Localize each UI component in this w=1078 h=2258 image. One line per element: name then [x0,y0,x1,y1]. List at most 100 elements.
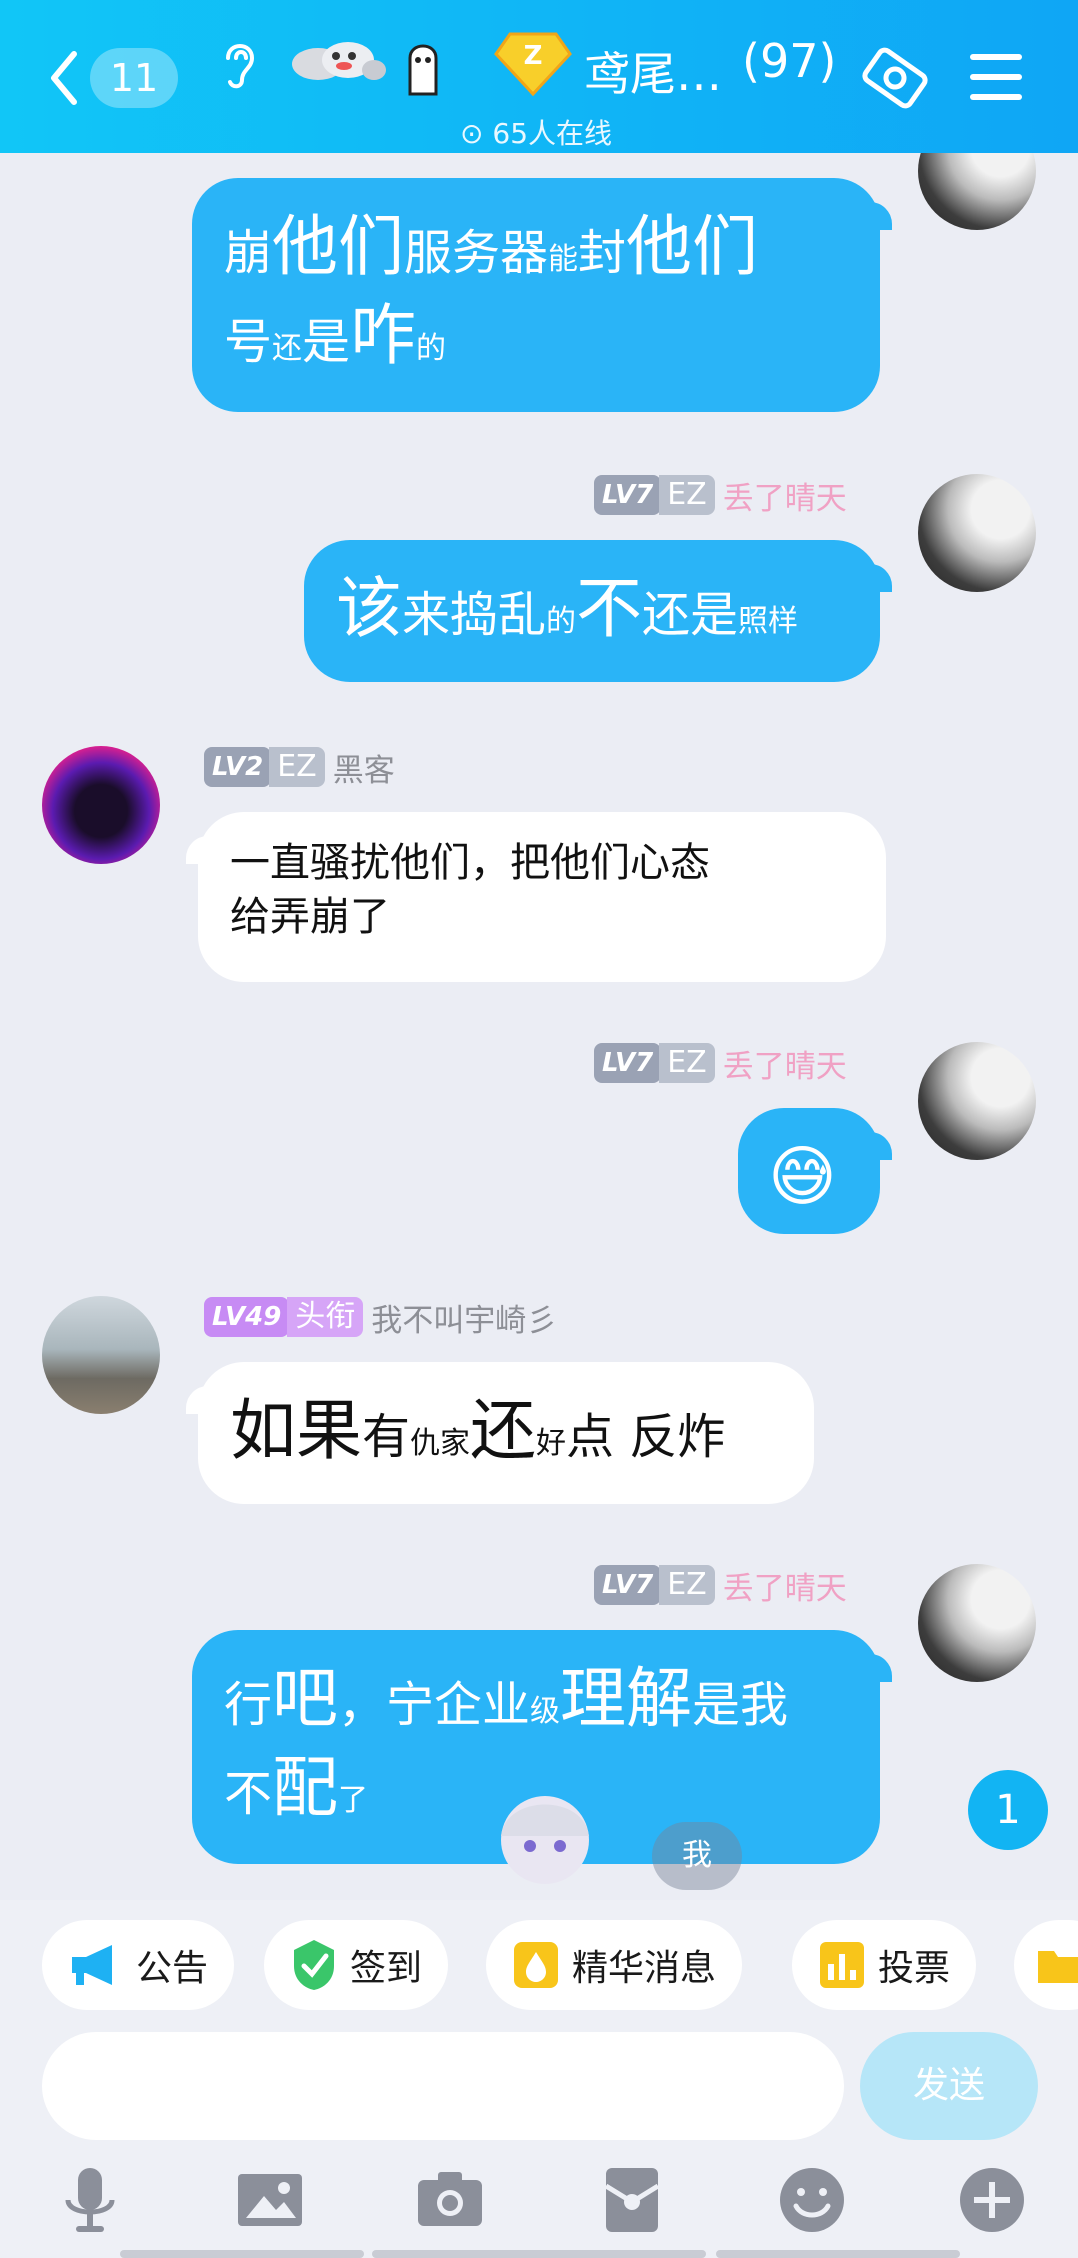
message-text-segment: 不 [224,1766,273,1823]
back-arrow-icon[interactable] [48,50,78,106]
level-badge: LV2 [204,747,272,787]
menu-icon[interactable] [968,52,1024,102]
sender-info: LV7 EZ 丢了晴天 [594,1041,847,1086]
sender-nickname[interactable]: 我不叫宇崎彡 [371,1295,557,1340]
checkin-chip[interactable]: 签到 [264,1920,449,2010]
title-tag: EZ [269,747,325,787]
unread-count-badge[interactable]: 11 [90,48,178,108]
message-input[interactable] [42,2032,844,2140]
chip-label: 精华消息 [572,1948,717,1989]
my-avatar[interactable] [918,1564,1036,1682]
megaphone-icon [72,1945,112,1985]
message-text-segment: 是我 [692,1677,789,1733]
message-text: 😅 [768,1132,850,1221]
sender-nickname[interactable]: 丢了晴天 [723,473,847,518]
sender-avatar-photo[interactable] [42,1296,160,1414]
message-text-segment: 封 [578,225,627,281]
files-chip[interactable] [1014,1920,1078,2010]
member-count: (97) [742,34,837,88]
level-badge: LV7 [594,475,662,515]
composer: 发送 [0,2024,1078,2258]
chip-label: 公告 [136,1948,209,1989]
group-title[interactable]: 鸢尾… [584,38,722,104]
ear-icon[interactable] [218,36,262,92]
message-text-segment: 理解 [560,1660,693,1737]
title-tag: 头衔 [287,1297,364,1337]
message-text-segment: 吧 [272,1660,339,1737]
online-status: ⊙ 65人在线 [460,117,613,150]
send-button[interactable]: 发送 [860,2032,1038,2140]
vote-chip[interactable]: 投票 [792,1920,977,2010]
quick-actions-bar: 公告 签到 精华消息 投票 [0,1900,1078,2024]
message-text-segment: 该 [336,570,402,647]
microphone-icon[interactable] [54,2164,126,2236]
message-text-segment: 😅 [768,1138,837,1215]
message-text-segment: 配 [272,1749,339,1827]
sender-info: LV7 EZ 丢了晴天 [594,1563,847,1608]
message-text-segment: 点 反炸 [566,1409,726,1465]
new-message-badge[interactable]: 1 [968,1770,1048,1850]
svg-text:Z: Z [524,41,543,71]
message-text-segment: 照样 [738,604,799,639]
red-packet-icon[interactable] [596,2164,668,2236]
at-me-chip[interactable]: 我 [652,1822,742,1890]
message-text-segment: 能 [548,242,579,277]
message-text-segment: 他们 [272,208,405,285]
plus-icon[interactable] [956,2164,1028,2236]
message-text-segment: ，宁企业 [338,1677,531,1733]
message-bubble-self[interactable]: 该来捣乱的不还是照样 [304,540,892,682]
level-badge: LV49 [204,1297,290,1337]
message-text-segment: 还 [470,1392,537,1469]
essence-icon [514,1942,558,1988]
message-text-segment: 级 [530,1694,561,1729]
message-bubble-other[interactable]: 如果有仇家还好点 反炸 [186,1362,814,1504]
penguin-group-icon [292,42,386,80]
message-text-segment: 好 [536,1426,567,1461]
message-text-segment: 仇家 [410,1426,471,1461]
message-text-segment: 行 [224,1677,273,1733]
essence-messages-chip[interactable]: 精华消息 [486,1920,743,2010]
message-text-segment: 咋 [350,297,417,375]
sender-avatar-hacker[interactable] [42,746,160,864]
message-text-segment: 崩 [224,225,273,281]
camera-icon[interactable] [414,2164,486,2236]
sender-info: LV2 EZ 黑客 [204,745,395,790]
message-text: 崩他们服务器能封他们 号还是咋的 [224,202,848,380]
home-indicator [372,2250,706,2258]
my-avatar[interactable] [918,474,1036,592]
image-icon[interactable] [234,2164,306,2236]
message-text-segment: 还是 [642,587,739,643]
title-tag: EZ [659,475,715,515]
message-text-segment: 不 [576,570,643,647]
emoji-icon[interactable] [776,2164,848,2236]
message-text: 如果有仇家还好点 反炸 [230,1386,782,1475]
sender-nickname[interactable]: 丢了晴天 [723,1041,847,1086]
announcement-chip[interactable]: 公告 [42,1920,235,2010]
sender-info: LV49 头衔 我不叫宇崎彡 [204,1295,557,1340]
home-indicator [716,2250,960,2258]
message-text: 该来捣乱的不还是照样 [336,564,848,653]
message-bubble-self[interactable]: 崩他们服务器能封他们 号还是咋的 [192,178,892,412]
chat-header: 11 Z 鸢尾… (97) ⊙ 65人在线 [0,0,1078,153]
message-bubble-other[interactable]: 一直骚扰他们，把他们心态 给弄崩了 [186,812,886,982]
level-badge: LV7 [594,1565,662,1605]
my-avatar[interactable] [918,1042,1036,1160]
title-tag: EZ [659,1565,715,1605]
ticket-icon[interactable] [858,46,932,110]
ghost-mascot-icon [408,44,438,96]
message-text-segment: 如果 [230,1392,362,1469]
level-badge: LV7 [594,1043,662,1083]
anime-girl-sticker [501,1796,589,1884]
message-text-segment: 号 [224,314,273,371]
message-bubble-self[interactable]: 😅 [738,1108,892,1234]
diamond-level-icon: Z [494,32,572,97]
message-text-segment: 了 [338,1783,369,1819]
message-text-segment: 来捣乱 [402,587,547,643]
sender-nickname[interactable]: 黑客 [333,745,395,790]
sender-nickname[interactable]: 丢了晴天 [723,1563,847,1608]
message-text-segment: 的 [546,604,577,639]
title-tag: EZ [659,1043,715,1083]
message-text-segment: 给弄崩了 [230,894,390,940]
message-text-segment: 有 [362,1409,411,1465]
check-shield-icon [294,1940,334,1990]
